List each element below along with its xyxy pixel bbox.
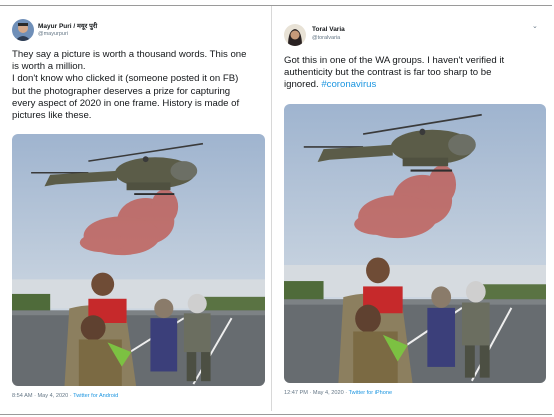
tweet-source-link[interactable]: Twitter for Android xyxy=(73,393,118,399)
tweet-line: They say a picture is worth a thousand w… xyxy=(12,49,247,60)
hashtag-link[interactable]: #coronavirus xyxy=(321,79,376,90)
tweet-line: but the photographer deserves a prize fo… xyxy=(12,85,231,97)
timestamp[interactable]: 8:54 AM · May 4, 2020 · xyxy=(12,393,73,399)
tweet-photo[interactable] xyxy=(12,134,265,386)
tweet-line: authenticity but the contrast is far too… xyxy=(284,67,492,79)
tweet-line: ignored. #coronavirus xyxy=(284,79,552,91)
tweet-source-link[interactable]: Twitter for iPhone xyxy=(349,390,393,396)
tweet-line: I don't know who clicked it (someone pos… xyxy=(12,73,239,85)
author-name[interactable]: Toral Varia xyxy=(312,26,345,33)
avatar[interactable] xyxy=(12,19,34,41)
tweet-meta: 12:47 PM · May 4, 2020 · Twitter for iPh… xyxy=(284,390,392,396)
author-name[interactable]: Mayur Puri / मयूर पुरी xyxy=(38,21,97,30)
column-divider xyxy=(271,6,272,411)
author-handle[interactable]: @toralvaria xyxy=(312,35,340,41)
chevron-down-icon[interactable]: ⌄ xyxy=(532,22,538,30)
tweet-line: is worth a million. xyxy=(12,61,86,73)
tweet-photo[interactable] xyxy=(284,104,546,383)
tweet-line: every aspect of 2020 in one frame. Histo… xyxy=(12,97,240,109)
tweet-meta: 8:54 AM · May 4, 2020 · Twitter for Andr… xyxy=(12,393,118,399)
avatar[interactable] xyxy=(284,24,306,46)
author-handle[interactable]: @mayurpuri xyxy=(38,31,68,37)
tweet-line: Got this in one of the WA groups. I have… xyxy=(284,55,505,66)
tweet-line: pictures like these. xyxy=(12,110,92,122)
tweet-text: Got this in one of the WA groups. I have… xyxy=(284,55,552,92)
tweet-text: They say a picture is worth a thousand w… xyxy=(12,49,268,122)
timestamp[interactable]: 12:47 PM · May 4, 2020 · xyxy=(284,390,349,396)
tweet-line-text: ignored. xyxy=(284,79,322,91)
